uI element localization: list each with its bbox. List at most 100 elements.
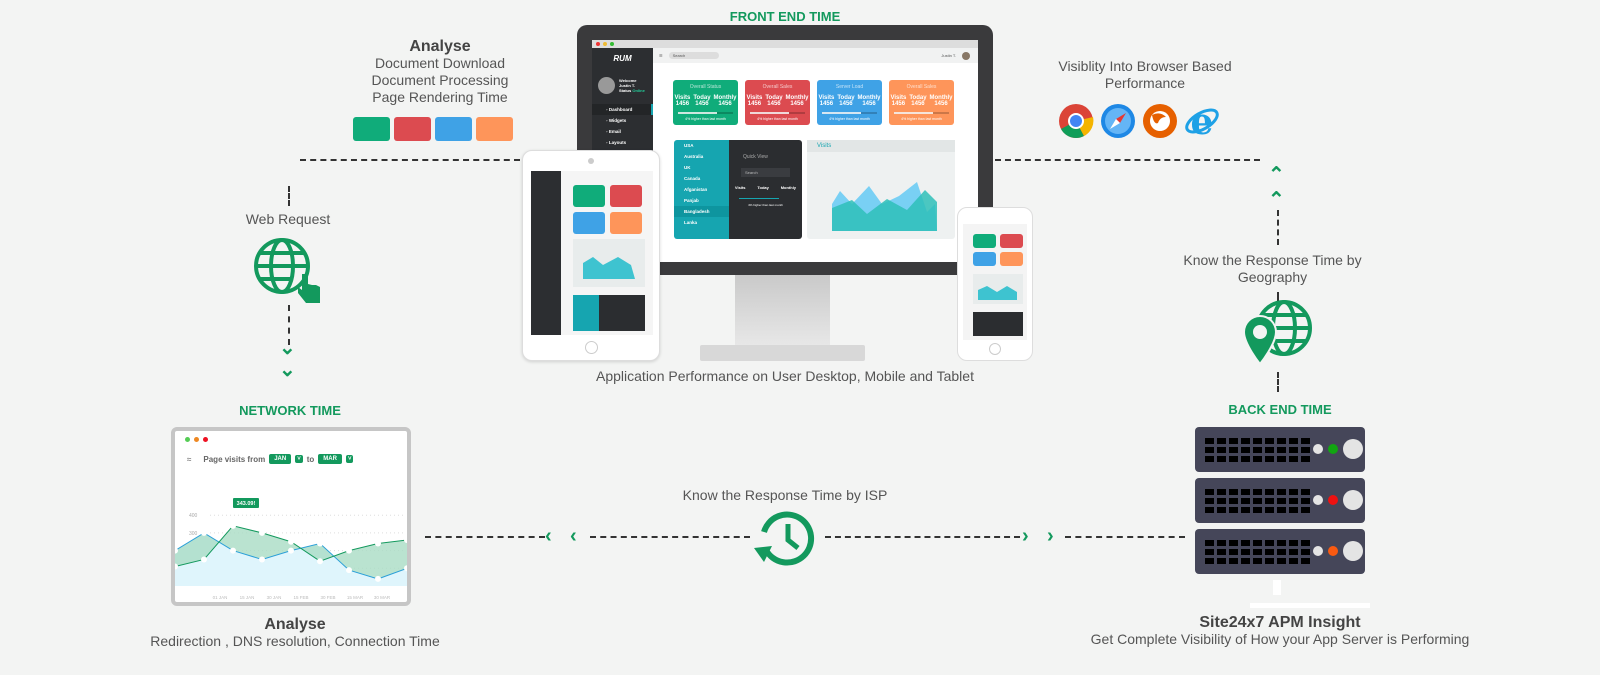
- green-point: [288, 538, 294, 545]
- caption: Redirection , DNS resolution, Connection…: [150, 633, 440, 649]
- quick-view-search[interactable]: Search: [741, 168, 790, 177]
- stat-label: Visits: [734, 185, 746, 190]
- logo: RUM: [613, 54, 632, 63]
- stat-card: Overall Sales Visits 1456 Today 1456 Monthly 1…: [889, 80, 954, 125]
- to-month-select[interactable]: MAR: [318, 454, 342, 464]
- phone-device: [957, 207, 1033, 361]
- country-item[interactable]: UK: [674, 162, 729, 173]
- sidebar-item[interactable]: ◦ Dashboard: [592, 104, 653, 115]
- browsers-caption: Visiblity Into Browser Based Performance: [1058, 58, 1232, 91]
- top-bar: ☰ Search Justin T.: [653, 48, 978, 63]
- network-analyse-block: Analyse Redirection , DNS resolution, Co…: [100, 616, 490, 650]
- blue-point: [288, 547, 294, 554]
- card-title: Overall Sales: [906, 84, 937, 90]
- heading: Analyse: [409, 38, 471, 55]
- stat: Monthly 1456: [713, 95, 737, 107]
- stat-label: Monthly: [780, 185, 797, 190]
- clock-refresh-icon: [754, 511, 815, 566]
- country-item[interactable]: Lanka: [674, 217, 729, 228]
- country-list: USA Australia UK Canada Afganistan Panjab Bang…: [674, 140, 729, 239]
- green-point: [346, 547, 352, 554]
- country-item[interactable]: Canada: [674, 173, 729, 184]
- country-item[interactable]: Afganistan: [674, 184, 729, 195]
- green-point: [201, 556, 207, 563]
- country-item[interactable]: Panjab: [674, 195, 729, 206]
- stat: Visits 1456: [818, 95, 835, 107]
- stat-card: Overall Sales Visits 1456 Today 1456 Monthly 1…: [745, 80, 810, 125]
- card-footer: 4% higher than last month: [829, 117, 870, 121]
- web-request-label: Web Request: [245, 211, 331, 227]
- status-light: [1328, 444, 1338, 454]
- analyse-top-block: Analyse Document Download Document Proce…: [330, 38, 550, 106]
- green-point: [375, 540, 381, 547]
- sidebar-item[interactable]: ◦ Layouts: [592, 137, 653, 148]
- stat-card: [1000, 252, 1023, 266]
- stat: Visits 1456: [890, 95, 907, 107]
- country-item[interactable]: Australia: [674, 151, 729, 162]
- stat-card: [394, 117, 431, 141]
- green-point: [259, 529, 265, 536]
- from-month-select[interactable]: JAN: [269, 454, 292, 464]
- card-footer: 4% higher than last month: [685, 117, 726, 121]
- country-item[interactable]: USA: [674, 140, 729, 151]
- card-footer: 4% higher than last month: [901, 117, 942, 121]
- blue-point: [201, 529, 207, 536]
- status-light: [1313, 546, 1323, 556]
- connector-line: [288, 186, 290, 206]
- browser-icons: e: [1058, 103, 1220, 139]
- y-tick-label: 300: [189, 531, 198, 537]
- chevron-down-icon[interactable]: ˅: [295, 455, 303, 463]
- back-end-block: Site24x7 APM Insight Get Complete Visibi…: [1040, 614, 1520, 648]
- menu-icon[interactable]: ☰: [659, 53, 663, 58]
- chevron-up-icon: ⌃: [1268, 189, 1285, 211]
- chevron-up-icon: ⌃: [1268, 164, 1285, 186]
- connector-line: [1065, 536, 1185, 538]
- connector-line: [1277, 210, 1279, 245]
- card-footer: 4% higher than last month: [757, 117, 798, 121]
- stat-card: [973, 234, 996, 248]
- stat: Today 1456: [909, 95, 927, 107]
- server-unit: [1195, 427, 1365, 472]
- country-item[interactable]: Bangladesh: [674, 206, 729, 217]
- page-visits-chart: 40030020010001 JAN15 JAN30 JAN15 FEB30 F…: [175, 498, 407, 600]
- line: Page Rendering Time: [372, 89, 508, 105]
- connector-line: [300, 159, 520, 161]
- stat-label: Today: [757, 185, 769, 190]
- stat-card: [476, 117, 513, 141]
- page-visits-label: Page visits from: [203, 454, 266, 464]
- stat-footer: 4% higher than last month: [748, 203, 783, 207]
- visits-chart-panel: Visits: [807, 140, 955, 239]
- connector-line: [1277, 372, 1279, 392]
- status-light: [1313, 444, 1323, 454]
- server-unit: [1195, 478, 1365, 523]
- stat: Monthly 1456: [929, 95, 953, 107]
- tablet-screen: [531, 171, 653, 335]
- stat-card: [1000, 234, 1023, 248]
- user-menu[interactable]: Justin T.: [941, 53, 956, 58]
- sidebar-item[interactable]: ◦ Email: [592, 126, 653, 137]
- sidebar-item[interactable]: ◦ Widgets: [592, 115, 653, 126]
- connector-line: [425, 536, 545, 538]
- search-input[interactable]: Search: [668, 52, 719, 59]
- stat: Visits 1456: [746, 95, 763, 107]
- stat-card: [610, 212, 642, 234]
- quick-view-panel: Quick View Search Visits Today Monthly 4% …: [729, 140, 802, 239]
- stat-card: [573, 212, 605, 234]
- status-value: Online: [632, 88, 645, 93]
- globe-pin-icon: [1242, 300, 1312, 366]
- connector-line: [995, 159, 1260, 161]
- status-light: [1328, 495, 1338, 505]
- safari-icon: [1101, 104, 1135, 138]
- heading: Analyse: [264, 616, 326, 633]
- x-tick-label: 01 JAN: [213, 595, 228, 600]
- status-label: Status: [619, 88, 632, 93]
- svg-text:e: e: [1191, 103, 1214, 139]
- to-label: to: [306, 454, 315, 464]
- stat: Today 1456: [837, 95, 855, 107]
- chevron-down-icon[interactable]: ˅: [345, 455, 354, 463]
- line: Document Processing: [371, 72, 509, 88]
- stat-card: Overall Status Visits 1456 Today 1456 Monthly…: [673, 80, 738, 125]
- x-tick-label: 15 MAR: [347, 595, 364, 600]
- globe-hand-icon: [254, 238, 320, 303]
- blue-point: [346, 567, 352, 574]
